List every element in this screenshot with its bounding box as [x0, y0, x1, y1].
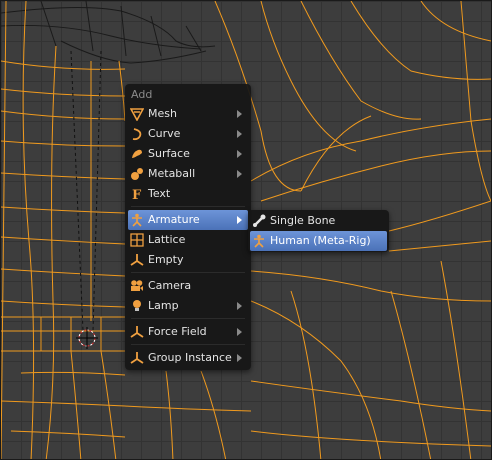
3d-cursor: [76, 327, 98, 349]
menu-separator: [131, 318, 245, 319]
surface-icon: [132, 149, 142, 158]
mesh-icon: [130, 108, 144, 121]
menu-item-lamp[interactable]: Lamp: [128, 296, 248, 316]
chevron-right-icon: [237, 170, 242, 178]
lattice-icon: [130, 233, 144, 247]
menu-item-text[interactable]: F Text: [128, 184, 248, 204]
menu-item-metaball[interactable]: Metaball: [128, 164, 248, 184]
menu-item-empty[interactable]: Empty: [128, 250, 248, 270]
chevron-right-icon: [237, 150, 242, 158]
menu-item-lattice[interactable]: Lattice: [128, 230, 248, 250]
menu-item-surface[interactable]: Surface: [128, 144, 248, 164]
chevron-right-icon: [237, 354, 242, 362]
menu-item-armature[interactable]: Armature: [128, 210, 248, 230]
armature-submenu: Single Bone Human (Meta-Rig): [248, 210, 389, 252]
curve-icon: [132, 128, 142, 141]
chevron-right-icon: [237, 130, 242, 138]
metaball-icon: [131, 168, 143, 180]
3d-viewport[interactable]: Add Mesh Curve Surface Metaball F Text A…: [0, 0, 492, 460]
svg-text:F: F: [132, 188, 142, 201]
add-menu: Add Mesh Curve Surface Metaball F Text A…: [125, 84, 251, 370]
text-icon: F: [132, 188, 142, 201]
menu-item-curve[interactable]: Curve: [128, 124, 248, 144]
empty-icon: [130, 254, 144, 266]
menu-item-human-meta-rig[interactable]: Human (Meta-Rig): [250, 231, 387, 251]
armature-icon: [254, 234, 264, 248]
menu-separator: [131, 344, 245, 345]
force-field-icon: [130, 326, 144, 338]
chevron-right-icon: [237, 302, 242, 310]
menu-item-group-instance[interactable]: Group Instance: [128, 348, 248, 368]
bone-icon: [253, 214, 266, 227]
armature-icon: [132, 213, 142, 227]
menu-item-camera[interactable]: Camera: [128, 276, 248, 296]
menu-item-single-bone[interactable]: Single Bone: [250, 211, 387, 231]
lamp-icon: [133, 300, 141, 311]
menu-item-force-field[interactable]: Force Field: [128, 322, 248, 342]
head-wireframe: [1, 1, 216, 64]
chevron-right-icon: [237, 216, 242, 224]
camera-icon: [131, 280, 143, 291]
menu-item-mesh[interactable]: Mesh: [128, 104, 248, 124]
chevron-right-icon: [237, 110, 242, 118]
menu-title: Add: [131, 88, 153, 101]
group-instance-icon: [130, 352, 144, 364]
chevron-right-icon: [237, 328, 242, 336]
menu-separator: [131, 272, 245, 273]
menu-separator: [131, 206, 245, 207]
